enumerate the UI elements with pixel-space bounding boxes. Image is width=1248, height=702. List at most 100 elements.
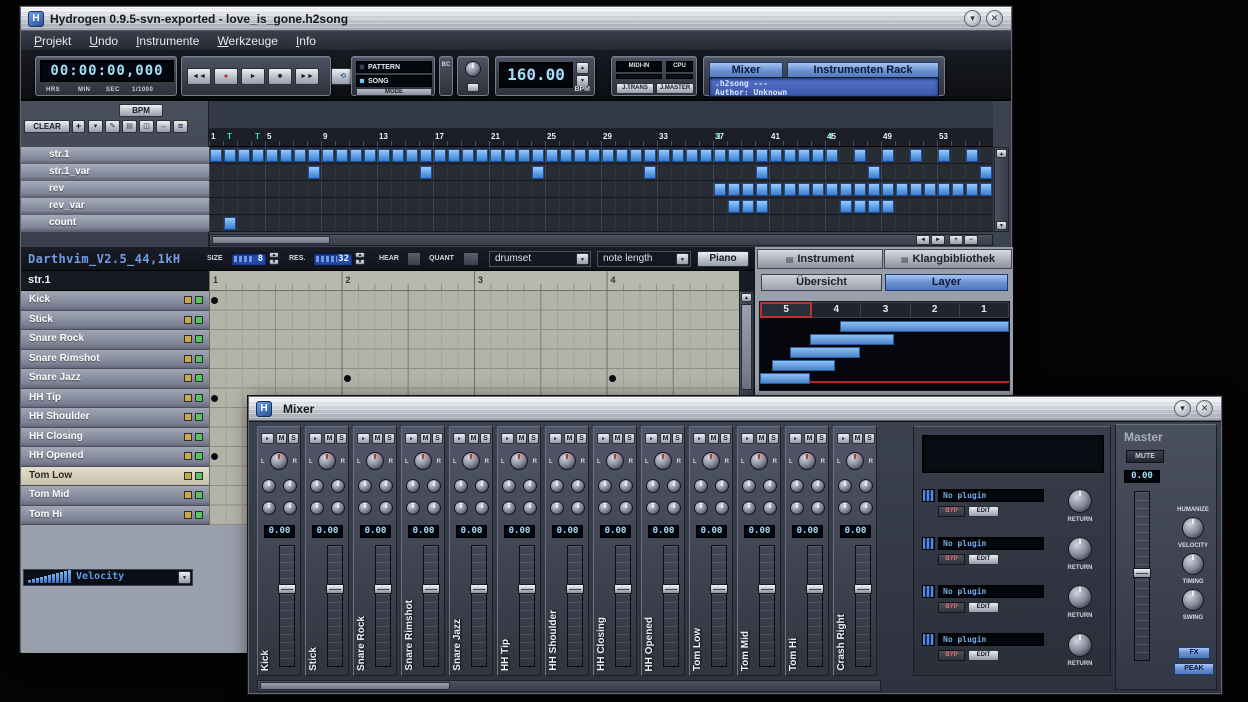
song-sequence-grid[interactable] xyxy=(209,147,993,232)
pan-knob[interactable] xyxy=(270,452,288,470)
scrollbar-thumb[interactable] xyxy=(741,304,752,390)
fader-handle[interactable] xyxy=(710,584,728,594)
pattern-block[interactable] xyxy=(588,149,600,162)
solo-button[interactable]: S xyxy=(624,433,635,444)
solo-button[interactable]: S xyxy=(816,433,827,444)
solo-button[interactable]: S xyxy=(720,433,731,444)
play-pause-button[interactable]: ► xyxy=(241,68,265,85)
chevron-down-icon[interactable]: ▼ xyxy=(576,253,589,265)
tab-instrument[interactable]: ▤Instrument xyxy=(757,249,883,269)
fx-send-4-knob[interactable] xyxy=(523,501,537,515)
fx-send-3-knob[interactable] xyxy=(694,501,708,515)
fx-send-1-knob[interactable] xyxy=(550,479,564,493)
pattern-block[interactable] xyxy=(308,166,320,179)
record-button[interactable]: ● xyxy=(214,68,238,85)
instrument-row-tom-low[interactable]: Tom Low xyxy=(21,467,209,487)
rewind-button[interactable]: ◄◄ xyxy=(187,68,211,85)
fx-send-3-knob[interactable] xyxy=(838,501,852,515)
solo-led[interactable] xyxy=(195,472,203,480)
solo-button[interactable]: S xyxy=(672,433,683,444)
volume-fader[interactable] xyxy=(423,545,439,667)
add-pattern-button[interactable]: + xyxy=(72,120,85,133)
layer-view-button[interactable]: Layer xyxy=(885,274,1008,291)
volume-fader[interactable] xyxy=(327,545,343,667)
fx-name-display[interactable]: No plugin xyxy=(938,585,1044,598)
edit-button[interactable]: EDIT xyxy=(968,506,999,517)
volume-fader[interactable] xyxy=(279,545,295,667)
layer-cell-1[interactable]: 1 xyxy=(960,302,1009,318)
mute-button[interactable]: M xyxy=(852,433,863,444)
pattern-block[interactable] xyxy=(672,149,684,162)
drumset-select[interactable]: drumset ▼ xyxy=(489,251,591,267)
volume-fader[interactable] xyxy=(519,545,535,667)
instrument-row-hh-closing[interactable]: HH Closing xyxy=(21,428,209,448)
pan-knob[interactable] xyxy=(798,452,816,470)
solo-led[interactable] xyxy=(195,335,203,343)
song-vertical-scrollbar[interactable]: ▲ ▼ xyxy=(994,147,1009,232)
humanize-timing-knob[interactable] xyxy=(1182,553,1204,575)
mute-led[interactable] xyxy=(184,374,192,382)
layer-bar[interactable] xyxy=(810,334,895,345)
pattern-block[interactable] xyxy=(854,183,866,196)
main-titlebar[interactable]: H Hydrogen 0.9.5-svn-exported - love_is_… xyxy=(21,7,1011,31)
pattern-block[interactable] xyxy=(420,149,432,162)
scroll-left-icon[interactable]: ◄ xyxy=(916,235,930,245)
jack-master-button[interactable]: J.MASTER xyxy=(656,83,694,94)
layer-cell-3[interactable]: 3 xyxy=(861,302,910,318)
tap-tempo-button[interactable] xyxy=(467,83,479,92)
pattern-block[interactable] xyxy=(756,200,768,213)
volume-fader[interactable] xyxy=(855,545,871,667)
fx-send-2-knob[interactable] xyxy=(427,479,441,493)
pan-knob[interactable] xyxy=(846,452,864,470)
pan-knob[interactable] xyxy=(750,452,768,470)
fx-send-3-knob[interactable] xyxy=(550,501,564,515)
stop-button[interactable]: ■ xyxy=(268,68,292,85)
solo-led[interactable] xyxy=(195,316,203,324)
master-volume-fader[interactable] xyxy=(1134,491,1150,661)
pattern-block[interactable] xyxy=(910,183,922,196)
pattern-block[interactable] xyxy=(252,149,264,162)
play-sample-button[interactable]: ► xyxy=(741,433,754,444)
fx-send-2-knob[interactable] xyxy=(283,479,297,493)
instrument-row-snare-rock[interactable]: Snare Rock xyxy=(21,330,209,350)
pattern-block[interactable] xyxy=(616,149,628,162)
pattern-block[interactable] xyxy=(742,200,754,213)
solo-button[interactable]: S xyxy=(288,433,299,444)
pattern-block[interactable] xyxy=(224,149,236,162)
fx-send-4-knob[interactable] xyxy=(763,501,777,515)
fader-handle[interactable] xyxy=(566,584,584,594)
fx-send-3-knob[interactable] xyxy=(502,501,516,515)
solo-led[interactable] xyxy=(195,413,203,421)
fx-send-1-knob[interactable] xyxy=(310,479,324,493)
fx-send-4-knob[interactable] xyxy=(859,501,873,515)
song-tool-2-button[interactable]: ▤ xyxy=(122,120,137,133)
pattern-block[interactable] xyxy=(714,183,726,196)
pattern-beat-ruler[interactable]: 1234 xyxy=(209,271,739,291)
mixer-titlebar[interactable]: H Mixer ▾ ✕ xyxy=(249,397,1221,421)
fx-send-1-knob[interactable] xyxy=(646,479,660,493)
note-dot[interactable] xyxy=(211,395,218,402)
volume-fader[interactable] xyxy=(375,545,391,667)
scrollbar-thumb[interactable] xyxy=(260,682,450,690)
solo-button[interactable]: S xyxy=(528,433,539,444)
pattern-block[interactable] xyxy=(756,166,768,179)
app-icon[interactable]: H xyxy=(28,11,44,27)
pattern-block[interactable] xyxy=(728,149,740,162)
mute-led[interactable] xyxy=(184,316,192,324)
song-track-count[interactable]: count xyxy=(21,215,209,232)
song-tool-0-button[interactable]: ▾ xyxy=(88,120,103,133)
pattern-block[interactable] xyxy=(322,149,334,162)
volume-fader[interactable] xyxy=(759,545,775,667)
mute-button[interactable]: M xyxy=(756,433,767,444)
return-knob[interactable] xyxy=(1068,489,1092,513)
mute-button[interactable]: M xyxy=(612,433,623,444)
fx-send-3-knob[interactable] xyxy=(358,501,372,515)
play-sample-button[interactable]: ► xyxy=(405,433,418,444)
pattern-size-display[interactable]: 8 xyxy=(231,252,267,266)
pattern-block[interactable] xyxy=(868,166,880,179)
volume-fader[interactable] xyxy=(711,545,727,667)
humanize-velocity-knob[interactable] xyxy=(1182,517,1204,539)
pattern-block[interactable] xyxy=(840,200,852,213)
beat-counter-panel[interactable]: BC xyxy=(439,56,453,96)
layer-bar[interactable] xyxy=(840,321,1009,332)
